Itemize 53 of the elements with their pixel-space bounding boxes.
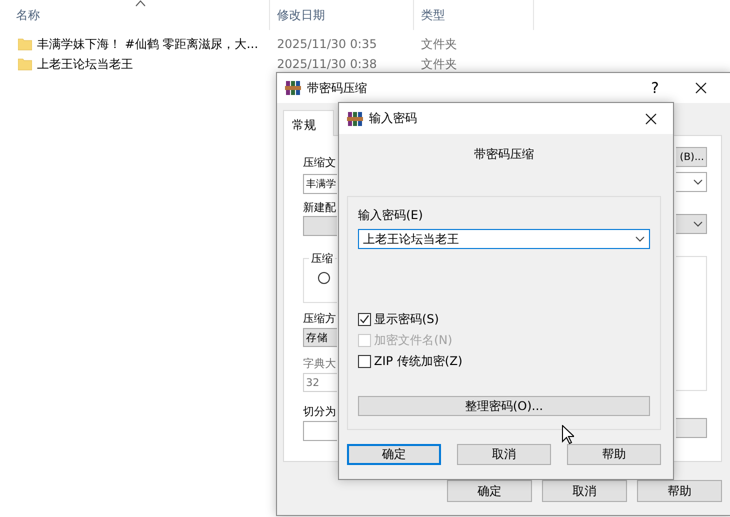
mouse-cursor-icon [562, 425, 574, 444]
dialog-button[interactable]: 取消 [457, 444, 551, 465]
browse-button[interactable]: (B)... [676, 147, 707, 167]
window-title: 带密码压缩 [307, 80, 367, 96]
field-label: 切分为 [303, 405, 336, 419]
profile-dropdown[interactable] [303, 216, 337, 236]
dialog-button[interactable]: 确定 [447, 480, 532, 502]
archive-name-dropdown[interactable] [676, 172, 707, 192]
method-dropdown[interactable]: 存储 [303, 328, 337, 347]
sort-caret-icon [135, 0, 146, 7]
close-icon [695, 82, 707, 94]
organize-passwords-button[interactable]: 整理密码(O)... [358, 396, 650, 416]
modified-date: 2025/11/30 0:35 [277, 36, 377, 50]
archive-name-field[interactable]: 丰满学 [303, 174, 337, 194]
file-name[interactable]: 上老王论坛当老王 [37, 58, 133, 70]
checkbox-label[interactable]: ZIP 传统加密(Z) [374, 352, 462, 370]
dialog-heading: 带密码压缩 [474, 146, 534, 163]
file-type: 文件夹 [421, 56, 457, 70]
checkbox-label[interactable]: 显示密码(S) [374, 310, 439, 328]
column-header[interactable]: 修改日期 [277, 6, 325, 24]
dialog-button[interactable]: 帮助 [567, 444, 661, 465]
field-label: 新建配 [303, 201, 336, 215]
chevron-down-icon [693, 221, 703, 227]
dialog-button[interactable]: 帮助 [637, 480, 722, 502]
split-dropdown[interactable] [676, 418, 707, 438]
books-icon [285, 80, 301, 96]
column-header[interactable]: 名称 [16, 6, 40, 24]
field-label: 字典大 [303, 357, 336, 371]
password-field[interactable]: 上老王论坛当老王 [358, 229, 650, 249]
checkbox[interactable] [358, 312, 371, 326]
group-label: 压缩 [309, 251, 335, 266]
dialog-button[interactable]: 取消 [542, 480, 627, 502]
tab[interactable]: 常规 [283, 110, 334, 136]
radio-button[interactable] [318, 272, 330, 284]
split-field[interactable] [303, 421, 337, 441]
profile-dropdown[interactable] [676, 214, 707, 234]
folder-icon [18, 57, 32, 71]
books-icon [347, 110, 363, 126]
file-type: 文件夹 [421, 36, 457, 50]
chevron-down-icon [635, 236, 645, 242]
modified-date: 2025/11/30 0:38 [277, 56, 377, 70]
column-header[interactable]: 类型 [421, 6, 445, 24]
field-label: 压缩文 [303, 156, 336, 170]
field-label: 输入密码(E) [358, 207, 424, 224]
folder-icon [18, 37, 32, 51]
field-label: 压缩方 [303, 312, 336, 326]
checkbox[interactable] [358, 354, 371, 368]
file-name[interactable]: 丰满学妹下海！ #仙鹤 零距离滋尿，大... [37, 38, 258, 50]
close-icon [645, 112, 657, 124]
dialog-button[interactable]: 确定 [347, 444, 441, 465]
window-title: 输入密码 [369, 110, 417, 127]
chevron-down-icon [693, 179, 703, 185]
help-button[interactable]: ? [645, 79, 665, 97]
